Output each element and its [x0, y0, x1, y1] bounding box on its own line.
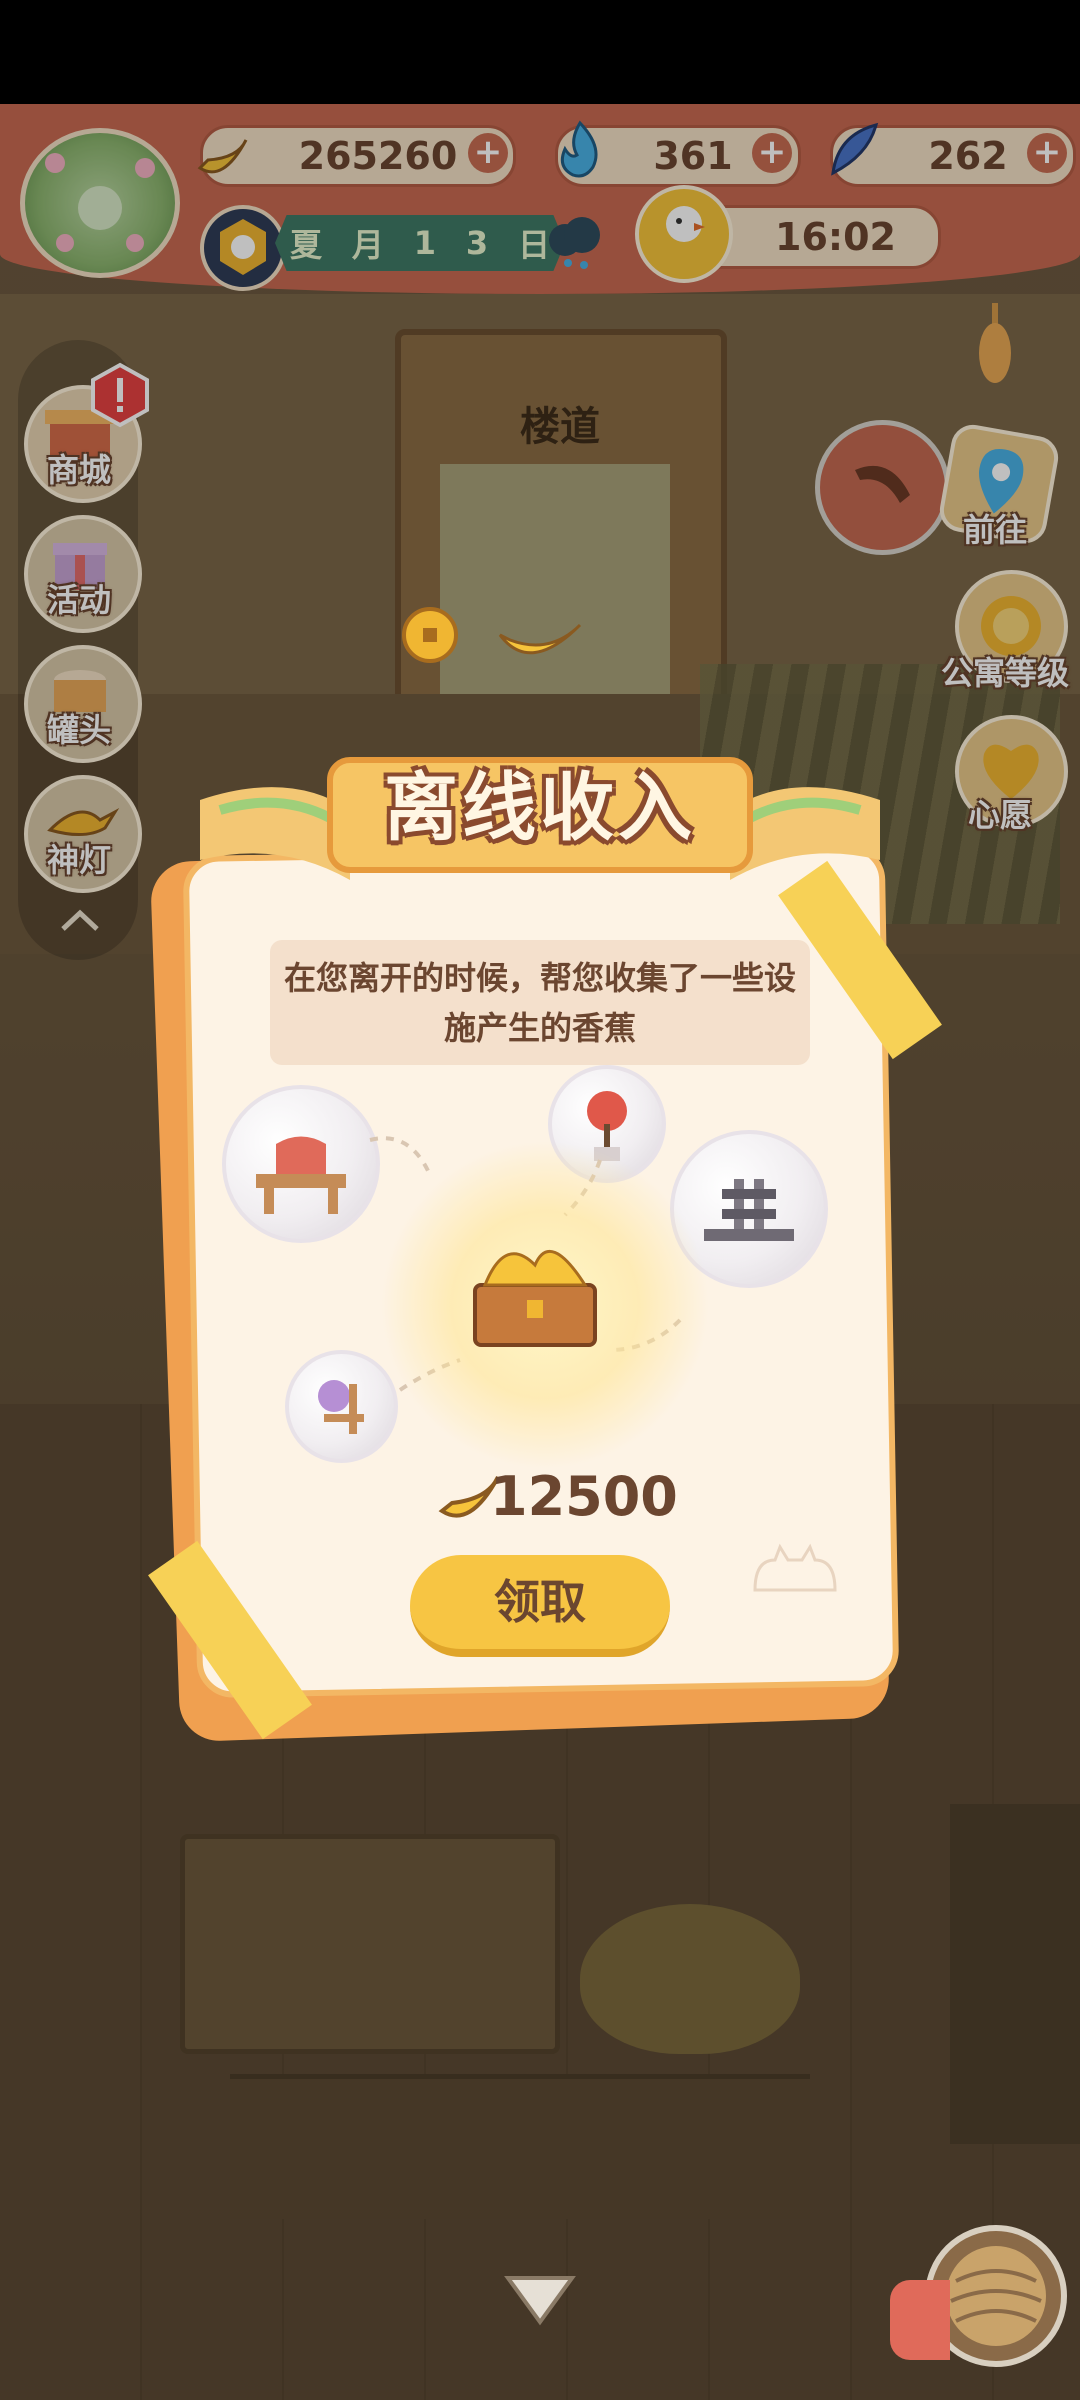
- reward-amount: 12500: [490, 1465, 678, 1528]
- yarn-ball-icon: [946, 2246, 1046, 2346]
- coin-banana-icon: [402, 607, 582, 663]
- dialog-message: 在您离开的时候，帮您收集了一些设施产生的香蕉: [283, 958, 796, 1047]
- ribbon-tab: [890, 2280, 950, 2360]
- status-bar: [0, 0, 1080, 104]
- chevron-down-icon[interactable]: [500, 2270, 580, 2330]
- claim-button[interactable]: 领取: [410, 1555, 670, 1657]
- treasure-chest-icon: [473, 1249, 597, 1347]
- facility-bubble: [222, 1085, 380, 1243]
- horse-toy-icon: [256, 1136, 346, 1214]
- cat-doodle-icon: [753, 1543, 837, 1592]
- dialog-title: 离线收入: [384, 765, 696, 851]
- dialog-message-box: 在您离开的时候，帮您收集了一些设施产生的香蕉: [270, 940, 810, 1065]
